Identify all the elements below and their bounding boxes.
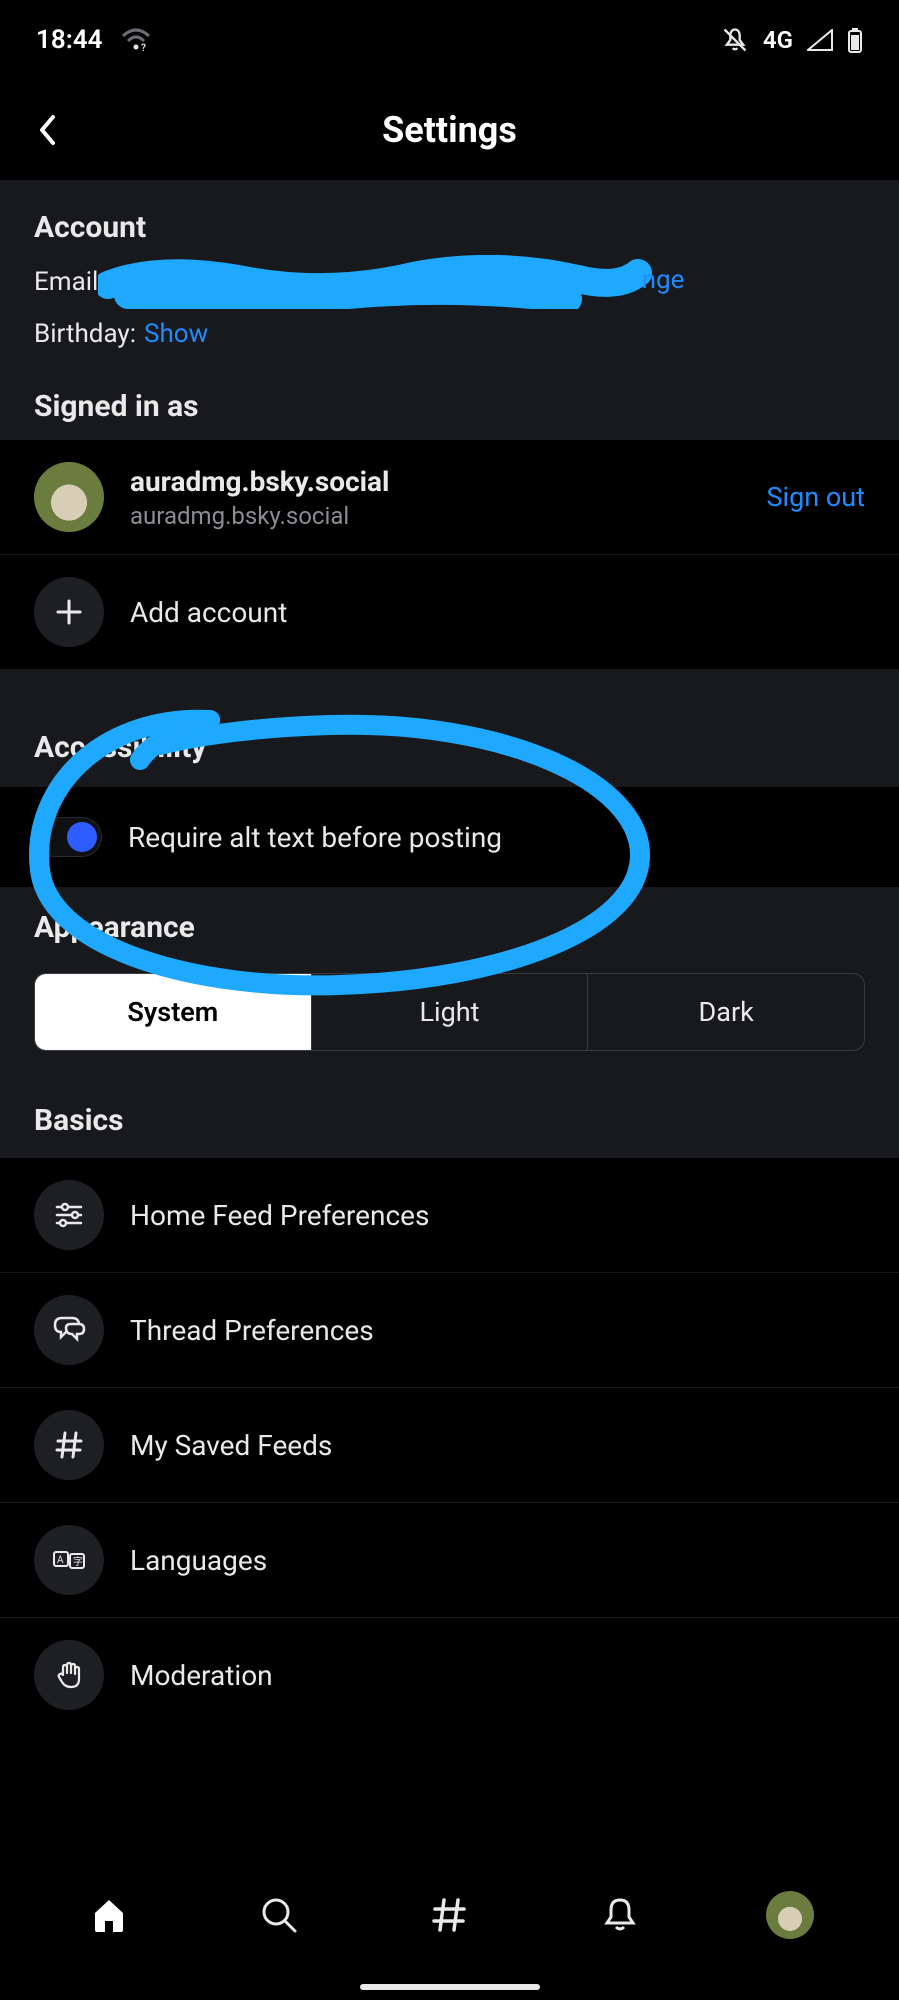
sliders-icon bbox=[34, 1180, 104, 1250]
add-account-label: Add account bbox=[130, 596, 287, 629]
app-header: Settings bbox=[0, 80, 899, 180]
basics-saved-feeds-row[interactable]: My Saved Feeds bbox=[0, 1388, 899, 1503]
account-title: Account bbox=[34, 210, 865, 245]
appearance-option-dark[interactable]: Dark bbox=[588, 974, 864, 1050]
home-icon bbox=[89, 1895, 129, 1935]
status-time: 18:44 bbox=[36, 25, 103, 55]
bell-icon bbox=[600, 1895, 640, 1935]
hash-icon bbox=[34, 1410, 104, 1480]
svg-text:A: A bbox=[57, 1555, 64, 1566]
account-handle: auradmg.bsky.social bbox=[130, 502, 389, 530]
basics-item-label: Home Feed Preferences bbox=[130, 1199, 429, 1232]
status-bar: 18:44 ? 4G bbox=[0, 0, 899, 80]
basics-home-feed-row[interactable]: Home Feed Preferences bbox=[0, 1158, 899, 1273]
signed-in-section: Signed in as bbox=[0, 367, 899, 440]
bottom-nav bbox=[0, 1860, 899, 2000]
hash-icon bbox=[429, 1895, 469, 1935]
basics-item-label: My Saved Feeds bbox=[130, 1429, 332, 1462]
alt-text-label: Require alt text before posting bbox=[128, 821, 502, 854]
email-label: Email bbox=[34, 267, 98, 297]
hand-icon bbox=[34, 1640, 104, 1710]
mute-icon bbox=[721, 26, 749, 54]
search-icon bbox=[259, 1895, 299, 1935]
nav-search[interactable] bbox=[249, 1885, 309, 1945]
nav-notifications[interactable] bbox=[590, 1885, 650, 1945]
basics-languages-row[interactable]: A 字 Languages bbox=[0, 1503, 899, 1618]
email-redaction: nge bbox=[106, 263, 626, 301]
signed-in-account-row[interactable]: auradmg.bsky.social auradmg.bsky.social … bbox=[0, 440, 899, 555]
home-indicator bbox=[360, 1984, 540, 1990]
add-account-row[interactable]: Add account bbox=[0, 555, 899, 670]
plus-icon bbox=[34, 577, 104, 647]
appearance-option-light[interactable]: Light bbox=[312, 974, 589, 1050]
birthday-show-link[interactable]: Show bbox=[144, 319, 208, 349]
basics-section: Basics bbox=[0, 1081, 899, 1158]
battery-icon bbox=[847, 27, 863, 53]
email-row: Email nge bbox=[34, 263, 865, 301]
appearance-section: Appearance bbox=[0, 888, 899, 949]
appearance-segmented: System Light Dark bbox=[34, 973, 865, 1051]
appearance-title: Appearance bbox=[34, 910, 865, 945]
birthday-label: Birthday: bbox=[34, 319, 136, 349]
signal-icon bbox=[807, 29, 833, 51]
accessibility-title: Accessibility bbox=[34, 730, 865, 765]
email-change-peek[interactable]: nge bbox=[642, 265, 685, 295]
wifi-icon: ? bbox=[121, 28, 151, 52]
basics-item-label: Moderation bbox=[130, 1659, 273, 1692]
avatar-icon bbox=[766, 1891, 814, 1939]
basics-title: Basics bbox=[34, 1103, 865, 1138]
signed-in-title: Signed in as bbox=[34, 389, 865, 424]
translate-icon: A 字 bbox=[34, 1525, 104, 1595]
svg-text:字: 字 bbox=[73, 1555, 83, 1568]
account-display-name: auradmg.bsky.social bbox=[130, 465, 389, 498]
birthday-row: Birthday: Show bbox=[34, 319, 865, 349]
network-label: 4G bbox=[763, 26, 793, 54]
svg-text:?: ? bbox=[141, 43, 146, 52]
basics-moderation-row[interactable]: Moderation bbox=[0, 1618, 899, 1732]
basics-item-label: Thread Preferences bbox=[130, 1314, 374, 1347]
chat-icon bbox=[34, 1295, 104, 1365]
avatar bbox=[34, 462, 104, 532]
nav-profile[interactable] bbox=[760, 1885, 820, 1945]
alt-text-toggle[interactable] bbox=[34, 817, 102, 857]
chevron-left-icon bbox=[38, 114, 58, 146]
nav-feeds[interactable] bbox=[419, 1885, 479, 1945]
accessibility-section: Accessibility bbox=[0, 670, 899, 787]
sign-out-link[interactable]: Sign out bbox=[767, 481, 865, 513]
appearance-segmented-wrap: System Light Dark bbox=[0, 949, 899, 1081]
page-title: Settings bbox=[382, 109, 517, 151]
basics-item-label: Languages bbox=[130, 1544, 267, 1577]
appearance-option-system[interactable]: System bbox=[35, 974, 312, 1050]
account-section: Account Email nge Birthday: Show bbox=[0, 180, 899, 367]
back-button[interactable] bbox=[26, 108, 70, 152]
require-alt-text-row[interactable]: Require alt text before posting bbox=[0, 787, 899, 888]
nav-home[interactable] bbox=[79, 1885, 139, 1945]
basics-thread-row[interactable]: Thread Preferences bbox=[0, 1273, 899, 1388]
